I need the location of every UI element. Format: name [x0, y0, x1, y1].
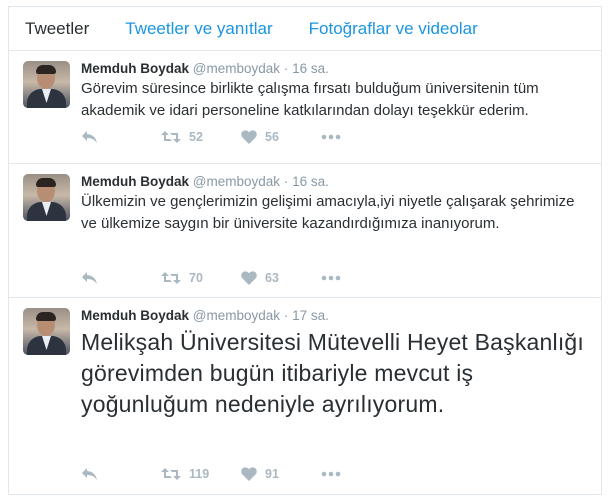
more-icon: [321, 134, 341, 140]
tab-photos-and-videos[interactable]: Fotoğraflar ve videolar: [309, 19, 478, 39]
tweet-text: Ülkemizin ve gençlerimizin gelişimi amac…: [81, 193, 575, 232]
reply-icon: [82, 468, 97, 480]
reply-button[interactable]: [81, 130, 161, 144]
tweet-2[interactable]: Memduh Boydak @memboydak · 16 sa. Ülkemi…: [9, 164, 601, 298]
retweet-count: 70: [189, 271, 203, 285]
tweet-time[interactable]: 16 sa.: [292, 174, 329, 189]
avatar[interactable]: [23, 61, 70, 108]
retweet-icon: [161, 468, 181, 480]
tweet-text: Melikşah Üniversitesi Mütevelli Heyet Ba…: [81, 329, 585, 417]
tab-tweets-and-replies[interactable]: Tweetler ve yanıtlar: [125, 19, 272, 39]
tweet-actions: 119 91: [81, 464, 341, 484]
retweet-count: 52: [189, 130, 203, 144]
more-icon: [321, 471, 341, 477]
tweet-text: Görevim süresince birlikte çalışma fırsa…: [81, 80, 539, 119]
author-name[interactable]: Memduh Boydak: [81, 308, 189, 323]
heart-icon: [241, 271, 257, 285]
retweet-count: 119: [189, 467, 210, 481]
tweet-header: Memduh Boydak @memboydak · 16 sa.: [81, 174, 587, 189]
reply-button[interactable]: [81, 271, 161, 285]
avatar[interactable]: [23, 174, 70, 221]
like-count: 91: [265, 467, 279, 481]
tweet-actions: 52 56: [81, 127, 341, 147]
more-button[interactable]: [321, 471, 341, 477]
timeline-tabs: Tweetler Tweetler ve yanıtlar Fotoğrafla…: [9, 7, 601, 51]
tab-tweets[interactable]: Tweetler: [25, 19, 89, 39]
retweet-button[interactable]: 119: [161, 467, 241, 481]
author-handle[interactable]: @memboydak: [193, 308, 280, 323]
more-button[interactable]: [321, 134, 341, 140]
author-handle[interactable]: @memboydak: [193, 174, 280, 189]
tweet-header: Memduh Boydak @memboydak · 16 sa.: [81, 61, 587, 76]
retweet-button[interactable]: 52: [161, 130, 241, 144]
reply-icon: [82, 131, 97, 143]
like-button[interactable]: 56: [241, 130, 321, 144]
more-icon: [321, 275, 341, 281]
tweet-time[interactable]: 17 sa.: [292, 308, 329, 323]
separator: ·: [283, 308, 289, 323]
tweet-1[interactable]: Memduh Boydak @memboydak · 16 sa. Görevi…: [9, 51, 601, 164]
like-button[interactable]: 91: [241, 467, 321, 481]
author-handle[interactable]: @memboydak: [193, 61, 280, 76]
retweet-button[interactable]: 70: [161, 271, 241, 285]
tweet-actions: 70 63: [81, 268, 341, 288]
retweet-icon: [161, 131, 181, 143]
reply-button[interactable]: [81, 467, 161, 481]
separator: ·: [283, 174, 289, 189]
author-name[interactable]: Memduh Boydak: [81, 174, 189, 189]
retweet-icon: [161, 272, 181, 284]
tweet-time[interactable]: 16 sa.: [292, 61, 329, 76]
heart-icon: [241, 467, 257, 481]
tweet-header: Memduh Boydak @memboydak · 17 sa.: [81, 308, 587, 323]
avatar[interactable]: [23, 308, 70, 355]
profile-timeline: Tweetler Tweetler ve yanıtlar Fotoğrafla…: [8, 6, 602, 495]
like-count: 63: [265, 271, 279, 285]
like-count: 56: [265, 130, 279, 144]
like-button[interactable]: 63: [241, 271, 321, 285]
heart-icon: [241, 130, 257, 144]
separator: ·: [283, 61, 289, 76]
author-name[interactable]: Memduh Boydak: [81, 61, 189, 76]
more-button[interactable]: [321, 275, 341, 281]
reply-icon: [82, 272, 97, 284]
tweet-3[interactable]: Memduh Boydak @memboydak · 17 sa. Melikş…: [9, 298, 601, 494]
